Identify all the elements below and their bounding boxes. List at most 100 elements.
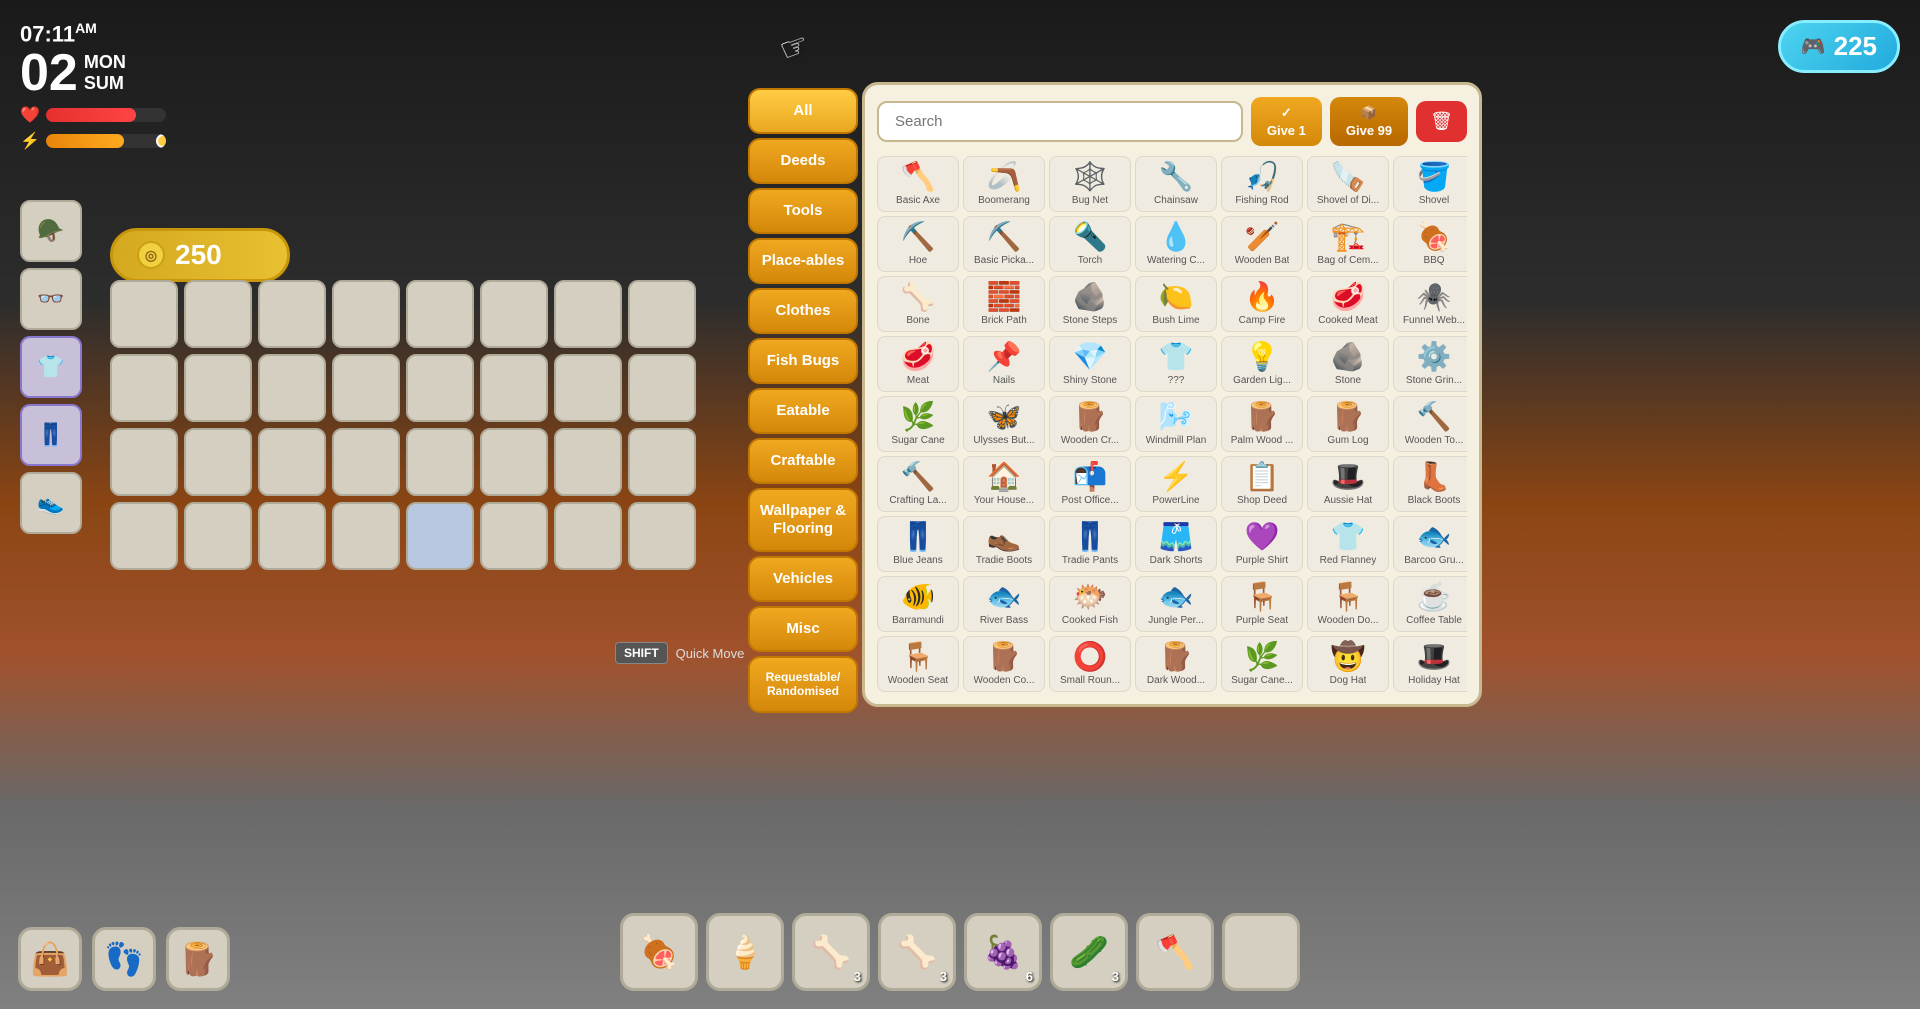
hotbar-slot-6[interactable]: 🪓 (1136, 913, 1214, 991)
equip-slot-pants[interactable]: 👖 (20, 404, 82, 466)
grid-slot-6[interactable] (554, 280, 622, 348)
equip-slot-head[interactable]: 🪖 (20, 200, 82, 262)
cat-misc[interactable]: Misc (748, 606, 858, 652)
item-cell[interactable]: 💜 Purple Shirt (1221, 516, 1303, 572)
item-cell[interactable]: 👖 Tradie Pants (1049, 516, 1131, 572)
cat-tools[interactable]: Tools (748, 188, 858, 234)
grid-slot-20[interactable] (406, 428, 474, 496)
item-cell[interactable]: 🔨 Crafting La... (877, 456, 959, 512)
item-cell[interactable]: 🔥 Camp Fire (1221, 276, 1303, 332)
cat-wallpaper[interactable]: Wallpaper & Flooring (748, 488, 858, 552)
grid-slot-8[interactable] (110, 354, 178, 422)
grid-slot-21[interactable] (480, 428, 548, 496)
item-cell[interactable]: 🥩 Cooked Meat (1307, 276, 1389, 332)
grid-slot-7[interactable] (628, 280, 696, 348)
cat-all[interactable]: All (748, 88, 858, 134)
item-cell[interactable]: 🦋 Ulysses But... (963, 396, 1045, 452)
item-cell[interactable]: 🤠 Dog Hat (1307, 636, 1389, 692)
item-cell[interactable]: 🐠 Barramundi (877, 576, 959, 632)
item-cell[interactable]: 🩳 Dark Shorts (1135, 516, 1217, 572)
grid-slot-23[interactable] (628, 428, 696, 496)
item-cell[interactable]: 🪨 Stone Steps (1049, 276, 1131, 332)
hotbar-slot-0[interactable]: 🍖 (620, 913, 698, 991)
item-cell[interactable]: 🪵 Dark Wood... (1135, 636, 1217, 692)
grid-slot-10[interactable] (258, 354, 326, 422)
item-cell[interactable]: 🥩 Meat (877, 336, 959, 392)
item-cell[interactable]: 🦴 Bone (877, 276, 959, 332)
item-cell[interactable]: 👖 Blue Jeans (877, 516, 959, 572)
item-cell[interactable]: 🪣 Shovel (1393, 156, 1467, 212)
grid-slot-11[interactable] (332, 354, 400, 422)
grid-slot-1[interactable] (184, 280, 252, 348)
give1-button[interactable]: ✓ Give 1 (1251, 97, 1322, 146)
item-cell[interactable]: 🌿 Sugar Cane (877, 396, 959, 452)
hotbar-slot-5[interactable]: 🥒 3 (1050, 913, 1128, 991)
grid-slot-17[interactable] (184, 428, 252, 496)
search-input[interactable] (877, 101, 1243, 142)
cat-craftable[interactable]: Craftable (748, 438, 858, 484)
grid-slot-24[interactable] (110, 502, 178, 570)
item-cell[interactable]: 🏏 Wooden Bat (1221, 216, 1303, 272)
action-feet[interactable]: 👣 (92, 927, 156, 991)
item-cell[interactable]: ⛏️ Basic Picka... (963, 216, 1045, 272)
equip-slot-shirt[interactable]: 👕 (20, 336, 82, 398)
item-cell[interactable]: 🐟 River Bass (963, 576, 1045, 632)
grid-slot-13[interactable] (480, 354, 548, 422)
item-cell[interactable]: 🕸️ Bug Net (1049, 156, 1131, 212)
hotbar-slot-7[interactable] (1222, 913, 1300, 991)
item-cell[interactable]: ⛏️ Hoe (877, 216, 959, 272)
item-cell[interactable]: 🎩 Holiday Hat (1393, 636, 1467, 692)
cat-eatable[interactable]: Eatable (748, 388, 858, 434)
grid-slot-9[interactable] (184, 354, 252, 422)
item-cell[interactable]: 🏗️ Bag of Cem... (1307, 216, 1389, 272)
item-cell[interactable]: 📋 Shop Deed (1221, 456, 1303, 512)
item-cell[interactable]: 🔨 Wooden To... (1393, 396, 1467, 452)
item-cell[interactable]: 👢 Black Boots (1393, 456, 1467, 512)
cat-requestable[interactable]: Requestable/ Randomised (748, 656, 858, 713)
item-cell[interactable]: 🍖 BBQ (1393, 216, 1467, 272)
item-cell[interactable]: 🧱 Brick Path (963, 276, 1045, 332)
grid-slot-19[interactable] (332, 428, 400, 496)
delete-button[interactable]: 🗑 (1416, 101, 1467, 142)
cat-placeables[interactable]: Place-ables (748, 238, 858, 284)
item-cell[interactable]: 🍋 Bush Lime (1135, 276, 1217, 332)
item-cell[interactable]: 🕷️ Funnel Web... (1393, 276, 1467, 332)
item-cell[interactable]: 💎 Shiny Stone (1049, 336, 1131, 392)
equip-slot-face[interactable]: 👓 (20, 268, 82, 330)
cat-vehicles[interactable]: Vehicles (748, 556, 858, 602)
cat-clothes[interactable]: Clothes (748, 288, 858, 334)
item-cell[interactable]: ☕ Coffee Table (1393, 576, 1467, 632)
grid-slot-31[interactable] (628, 502, 696, 570)
item-cell[interactable]: 🪨 Stone (1307, 336, 1389, 392)
item-cell[interactable]: 🪚 Shovel of Di... (1307, 156, 1389, 212)
grid-slot-2[interactable] (258, 280, 326, 348)
item-cell[interactable]: 🪵 Palm Wood ... (1221, 396, 1303, 452)
grid-slot-16[interactable] (110, 428, 178, 496)
item-cell[interactable]: 👕 Red Flanney (1307, 516, 1389, 572)
grid-slot-3[interactable] (332, 280, 400, 348)
item-cell[interactable]: ⭕ Small Roun... (1049, 636, 1131, 692)
grid-slot-22[interactable] (554, 428, 622, 496)
item-cell[interactable]: 🎣 Fishing Rod (1221, 156, 1303, 212)
grid-slot-5[interactable] (480, 280, 548, 348)
item-cell[interactable]: 🪃 Boomerang (963, 156, 1045, 212)
grid-slot-18[interactable] (258, 428, 326, 496)
item-cell[interactable]: 🔧 Chainsaw (1135, 156, 1217, 212)
grid-slot-14[interactable] (554, 354, 622, 422)
grid-slot-0[interactable] (110, 280, 178, 348)
item-cell[interactable]: 🏠 Your House... (963, 456, 1045, 512)
item-cell[interactable]: 📌 Nails (963, 336, 1045, 392)
item-cell[interactable]: 🌿 Sugar Cane... (1221, 636, 1303, 692)
grid-slot-28[interactable] (406, 502, 474, 570)
grid-slot-4[interactable] (406, 280, 474, 348)
item-cell[interactable]: 💧 Watering C... (1135, 216, 1217, 272)
action-chest[interactable]: 🪵 (166, 927, 230, 991)
item-cell[interactable]: 🪓 Basic Axe (877, 156, 959, 212)
grid-slot-26[interactable] (258, 502, 326, 570)
item-cell[interactable]: 🪵 Wooden Co... (963, 636, 1045, 692)
item-cell[interactable]: 💡 Garden Lig... (1221, 336, 1303, 392)
give99-button[interactable]: 📦 Give 99 (1330, 97, 1408, 146)
item-cell[interactable]: 👕 ??? (1135, 336, 1217, 392)
hotbar-slot-3[interactable]: 🦴 3 (878, 913, 956, 991)
hotbar-slot-1[interactable]: 🍦 (706, 913, 784, 991)
